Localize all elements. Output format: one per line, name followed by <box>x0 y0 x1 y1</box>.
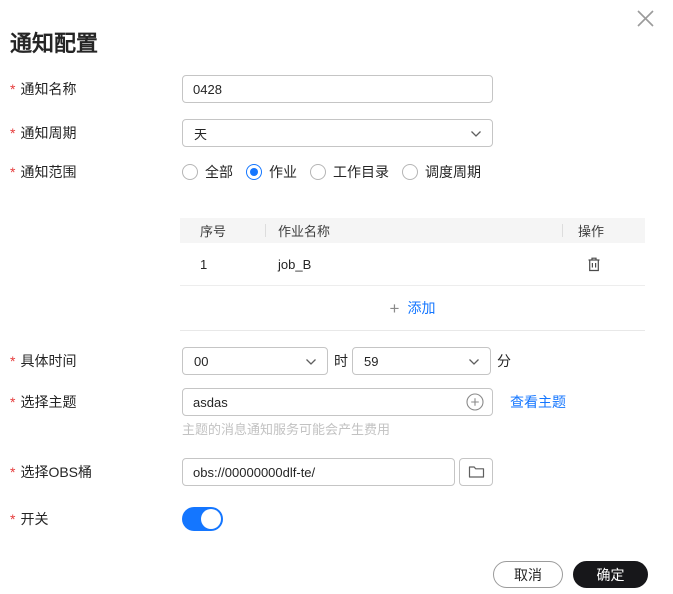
chevron-down-icon <box>469 359 479 365</box>
hour-select[interactable]: 00 <box>182 347 328 375</box>
table-row: 1 job_B <box>180 243 645 286</box>
hour-selected-value: 00 <box>194 353 209 369</box>
plus-icon: + <box>389 298 400 318</box>
scope-radio-group: 全部 作业 工作目录 调度周期 <box>182 158 494 186</box>
radio-option-workdir[interactable]: 工作目录 <box>310 162 389 182</box>
select-topic-label: * 选择主题 <box>10 394 77 410</box>
delete-row-button[interactable] <box>583 253 605 275</box>
chevron-down-icon <box>471 131 481 137</box>
required-marker: * <box>10 511 16 527</box>
hour-unit-label: 时 <box>334 353 348 369</box>
select-topic-button[interactable] <box>466 393 484 416</box>
add-job-button[interactable]: + 添加 <box>180 286 645 331</box>
column-header-no: 序号 <box>200 224 227 239</box>
specific-time-label: * 具体时间 <box>10 353 77 369</box>
add-label: 添加 <box>407 300 436 316</box>
cell-job-name: job_B <box>278 256 312 272</box>
minute-selected-value: 59 <box>364 353 379 369</box>
notification-period-label: * 通知周期 <box>10 125 77 141</box>
browse-obs-button[interactable] <box>459 458 493 486</box>
select-obs-label: * 选择OBS桶 <box>10 464 93 480</box>
confirm-button[interactable]: 确定 <box>573 561 648 588</box>
switch-label: * 开关 <box>10 511 49 527</box>
trash-icon <box>588 257 600 271</box>
notification-period-select[interactable]: 天 <box>182 119 493 147</box>
radio-option-job[interactable]: 作业 <box>246 162 297 182</box>
required-marker: * <box>10 353 16 369</box>
dialog-title: 通知配置 <box>10 31 99 56</box>
topic-helper-text: 主题的消息通知服务可能会产生费用 <box>182 422 391 437</box>
radio-circle-icon <box>402 164 418 180</box>
column-header-action: 操作 <box>562 218 645 243</box>
close-button[interactable] <box>634 7 656 29</box>
close-icon <box>636 9 654 27</box>
radio-circle-icon <box>246 164 262 180</box>
notification-name-input[interactable] <box>182 75 493 103</box>
cancel-button[interactable]: 取消 <box>493 561 563 588</box>
circle-plus-icon <box>466 393 484 411</box>
notification-name-label: * 通知名称 <box>10 81 77 97</box>
notification-toggle[interactable] <box>182 507 223 531</box>
required-marker: * <box>10 394 16 410</box>
job-table: 序号 作业名称 操作 1 job_B + 添加 <box>180 218 645 331</box>
job-table-header: 序号 作业名称 操作 <box>180 218 645 243</box>
cell-row-no: 1 <box>200 256 208 272</box>
radio-option-schedule-cycle[interactable]: 调度周期 <box>402 162 481 182</box>
required-marker: * <box>10 464 16 480</box>
required-marker: * <box>10 164 16 180</box>
view-topic-link[interactable]: 查看主题 <box>510 388 566 416</box>
cell-action <box>562 253 645 275</box>
period-selected-value: 天 <box>194 126 208 142</box>
radio-circle-icon <box>182 164 198 180</box>
folder-icon <box>468 466 484 478</box>
topic-input[interactable] <box>182 388 493 416</box>
chevron-down-icon <box>306 359 316 365</box>
obs-bucket-input[interactable] <box>182 458 455 486</box>
radio-option-all[interactable]: 全部 <box>182 162 233 182</box>
notification-scope-label: * 通知范围 <box>10 164 77 180</box>
toggle-knob <box>201 509 221 529</box>
minute-unit-label: 分 <box>497 353 511 369</box>
required-marker: * <box>10 81 16 97</box>
minute-select[interactable]: 59 <box>352 347 491 375</box>
radio-circle-icon <box>310 164 326 180</box>
notification-config-dialog: 通知配置 *通知名称 *通知周期 天 *通知范围 全部 作业 <box>0 0 673 594</box>
required-marker: * <box>10 125 16 141</box>
column-header-job-name: 作业名称 <box>265 218 562 243</box>
